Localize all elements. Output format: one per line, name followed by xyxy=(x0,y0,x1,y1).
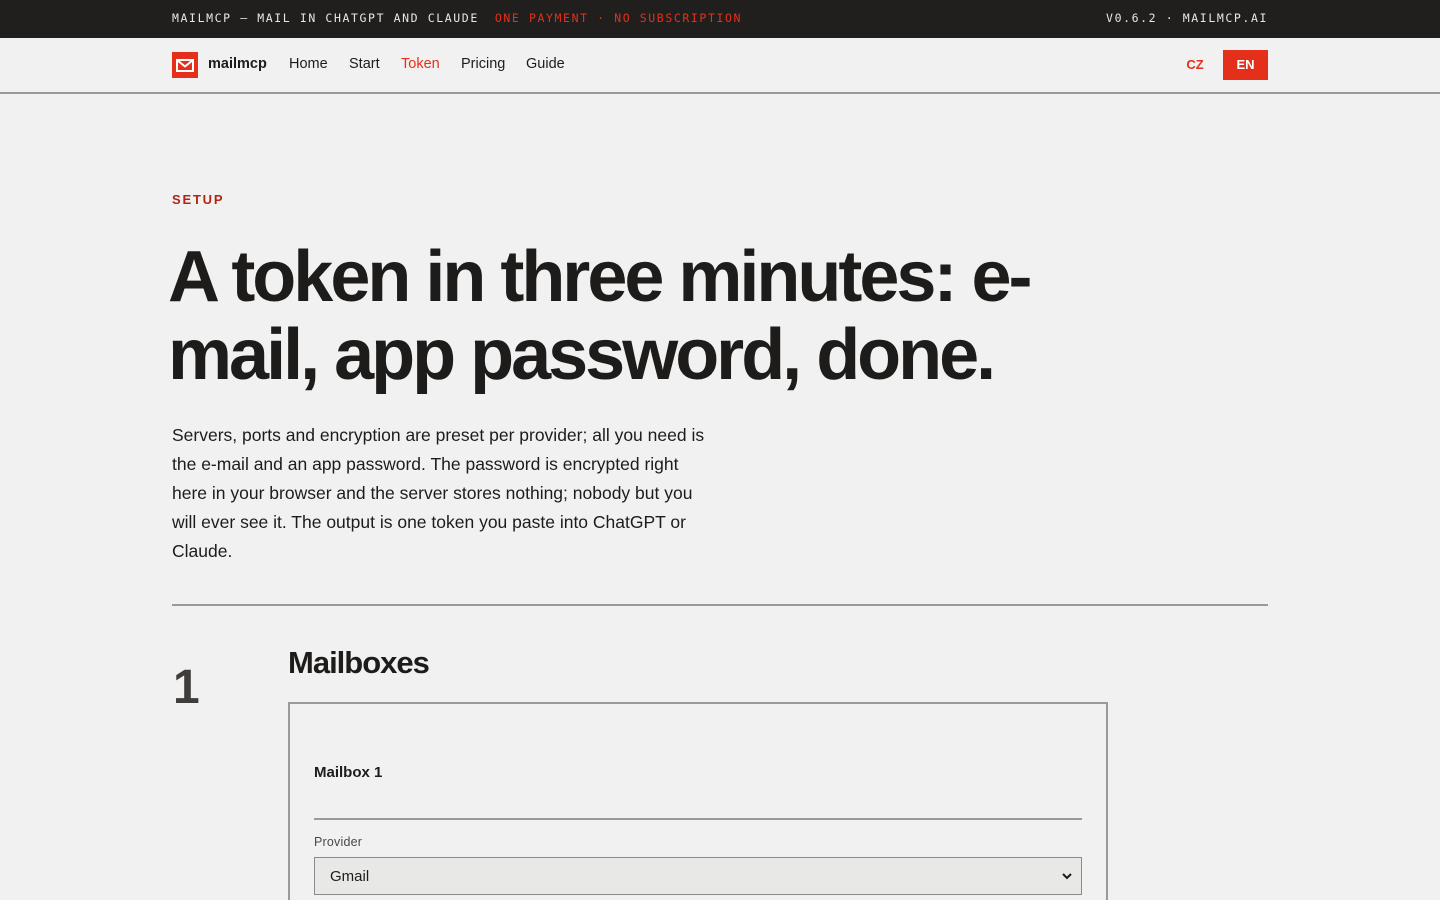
section-divider xyxy=(172,604,1268,606)
nav-link-token[interactable]: Token xyxy=(401,56,440,72)
intro-paragraph: Servers, ports and encryption are preset… xyxy=(172,425,705,561)
nav-link-home[interactable]: Home xyxy=(289,56,328,72)
nav-link-guide[interactable]: Guide xyxy=(526,56,565,72)
step-title: Mailboxes xyxy=(288,645,430,680)
top-bar-left: MAILMCP — MAIL IN CHATGPT AND CLAUDE ONE … xyxy=(172,11,742,25)
language-en-button[interactable]: EN xyxy=(1223,50,1268,80)
nav-link-start[interactable]: Start xyxy=(349,56,380,72)
mailbox-heading: Mailbox 1 xyxy=(314,764,383,781)
site-tagline-text: MAILMCP — MAIL IN CHATGPT AND CLAUDE xyxy=(172,11,479,25)
provider-label: Provider xyxy=(314,835,363,849)
nav-link-pricing[interactable]: Pricing xyxy=(461,56,505,72)
section-eyebrow: SETUP xyxy=(172,192,225,207)
pricing-tagline: ONE PAYMENT · NO SUBSCRIPTION xyxy=(494,11,743,25)
step-number: 1 xyxy=(173,661,200,714)
page-title: A token in three minutes: e-mail, app pa… xyxy=(168,237,1032,395)
provider-select[interactable]: Gmail xyxy=(314,857,1082,895)
chevron-down-icon xyxy=(1062,873,1072,880)
main-navigation: mailmcp Home Start Token Pricing Guide C… xyxy=(0,38,1440,94)
version-domain-text: V0.6.2 · MAILMCP.AI xyxy=(1106,11,1268,25)
provider-selected-value: Gmail xyxy=(330,868,370,885)
brand-name[interactable]: mailmcp xyxy=(208,56,267,72)
card-divider xyxy=(314,818,1082,820)
top-announcement-bar: MAILMCP — MAIL IN CHATGPT AND CLAUDE ONE … xyxy=(0,0,1440,38)
mailbox-card: Mailbox 1 Provider Gmail xyxy=(288,702,1108,900)
language-cz-button[interactable]: CZ xyxy=(1176,50,1214,80)
envelope-icon[interactable] xyxy=(172,52,198,78)
